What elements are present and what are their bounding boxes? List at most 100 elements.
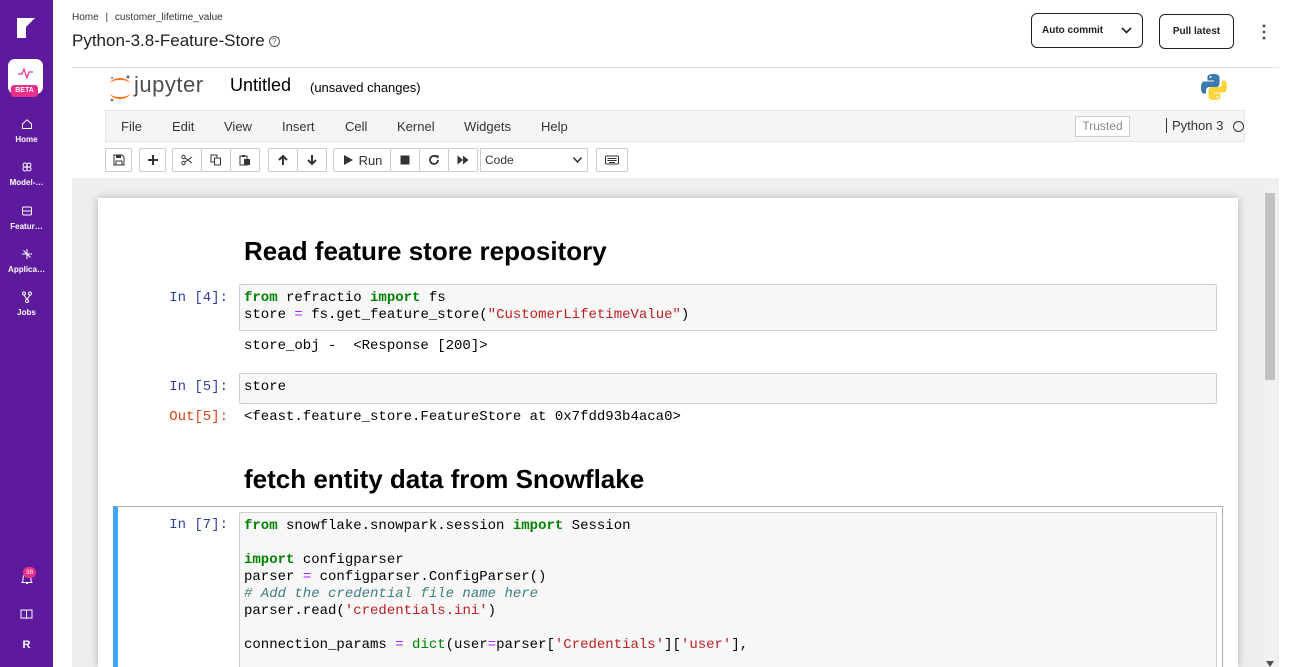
auto-commit-label: Auto commit (1042, 25, 1104, 36)
interrupt-button[interactable] (390, 148, 420, 172)
menu-file[interactable]: File (121, 119, 142, 134)
menu-cell[interactable]: Cell (345, 119, 367, 134)
menu-help[interactable]: Help (541, 119, 568, 134)
trusted-indicator[interactable]: Trusted (1075, 116, 1130, 137)
sidebar-item-feature-store[interactable]: Featur… (0, 205, 53, 231)
keyboard-icon (605, 155, 619, 165)
pull-latest-button[interactable]: Pull latest (1159, 14, 1234, 49)
code-token: Session (563, 518, 631, 534)
menu-widgets[interactable]: Widgets (464, 119, 511, 134)
user-avatar[interactable]: R (0, 639, 53, 651)
jupyter-header: jupyter Untitled (unsaved changes) File … (72, 68, 1279, 178)
code-token: ][ (664, 637, 681, 653)
breadcrumb: Home | customer_lifetime_value (72, 12, 227, 23)
model-icon (22, 162, 31, 172)
sidebar-item-label: Featur… (10, 222, 43, 231)
python-logo-icon (1201, 74, 1227, 100)
help-icon[interactable]: ? (268, 36, 280, 47)
more-options-icon[interactable] (1257, 23, 1271, 41)
restart-run-all-button[interactable] (448, 148, 478, 172)
code-token: parser[ (496, 637, 555, 653)
code-token: ], (731, 637, 749, 653)
menu-view[interactable]: View (224, 119, 252, 134)
docs-button[interactable] (0, 607, 53, 625)
menu-insert[interactable]: Insert (282, 119, 315, 134)
jupyter-menubar: File Edit View Insert Cell Kernel Widget… (105, 110, 1245, 142)
code-token: configparser (294, 552, 404, 568)
refresh-icon (429, 155, 439, 165)
chevron-down-icon (1121, 27, 1132, 34)
page-title-text: Python-3.8-Feature-Store (72, 31, 265, 50)
sidebar-item-applications[interactable]: Applica… (0, 248, 53, 274)
cell-type-select[interactable]: Code (480, 148, 588, 172)
code-comment: # Add the credential file name here (244, 586, 539, 602)
code-token: = (487, 637, 497, 653)
sidebar-item-label: Applica… (8, 265, 45, 274)
breadcrumb-project[interactable]: customer_lifetime_value (115, 12, 223, 23)
code-token: import (512, 518, 564, 534)
code-token: fs (420, 290, 446, 306)
code-token: connection_params (244, 637, 396, 653)
app-sidebar: BETA Home Model-… Featur… Applica… Jobs … (0, 0, 53, 667)
pulse-icon (18, 67, 33, 80)
code-token: 'credentials.ini' (344, 603, 488, 619)
scroll-down-icon[interactable] (1266, 661, 1274, 667)
stop-icon (400, 155, 410, 165)
sidebar-item-home[interactable]: Home (0, 118, 53, 144)
kernel-name[interactable]: Python 3 (1166, 118, 1223, 133)
notebook-scrollbar[interactable] (1263, 185, 1277, 667)
cut-button[interactable] (172, 148, 202, 172)
code-cell-4-input[interactable]: from refractio import fs store = fs.get_… (239, 284, 1217, 331)
plus-icon (147, 155, 158, 165)
save-status: (unsaved changes) (310, 80, 421, 95)
kernel-idle-indicator (1233, 121, 1244, 132)
fast-forward-icon (457, 155, 469, 165)
move-up-button[interactable] (268, 148, 298, 172)
paste-icon (239, 155, 250, 166)
copy-icon (210, 154, 221, 166)
cell-prompt-in-4: In [4]: (169, 290, 228, 306)
restart-button[interactable] (419, 148, 449, 172)
insert-cell-button[interactable] (139, 148, 166, 172)
copy-button[interactable] (201, 148, 231, 172)
menu-kernel[interactable]: Kernel (397, 119, 435, 134)
save-button[interactable] (105, 148, 132, 172)
markdown-heading-fetch-entity[interactable]: fetch entity data from Snowflake (244, 464, 644, 495)
markdown-heading-read-feature-store[interactable]: Read feature store repository (244, 236, 607, 267)
code-token: configparser.ConfigParser() (311, 569, 547, 585)
paste-button[interactable] (230, 148, 260, 172)
notebook-name[interactable]: Untitled (230, 75, 291, 96)
run-button[interactable]: Run (333, 148, 391, 172)
menu-edit[interactable]: Edit (172, 119, 194, 134)
code-token: (user (445, 637, 488, 653)
code-token: = (294, 307, 303, 323)
notebook-container: Read feature store repository In [4]: fr… (98, 198, 1238, 667)
code-token: import (370, 290, 421, 306)
code-cell-7-input[interactable]: from snowflake.snowpark.session import S… (239, 512, 1217, 667)
sidebar-item-jobs[interactable]: Jobs (0, 291, 53, 317)
code-cell-5-input[interactable]: store (239, 373, 1217, 404)
command-palette-button[interactable] (596, 148, 628, 172)
sidebar-item-model[interactable]: Model-… (0, 161, 53, 187)
jupyter-wordmark: jupyter (134, 72, 204, 97)
applications-icon (21, 249, 32, 259)
auto-commit-dropdown[interactable]: Auto commit (1031, 13, 1143, 48)
scrollbar-thumb[interactable] (1265, 193, 1275, 380)
sidebar-item-label: Model-… (9, 178, 44, 187)
code-token: from (244, 518, 278, 534)
cell-prompt-in-7: In [7]: (169, 517, 228, 533)
move-down-button[interactable] (297, 148, 327, 172)
arrow-down-icon (307, 155, 317, 166)
breadcrumb-separator: | (105, 12, 109, 23)
beta-badge: BETA (11, 85, 38, 97)
breadcrumb-home[interactable]: Home (72, 12, 99, 23)
jobs-icon (21, 291, 32, 303)
cell-4-output: store_obj - <Response [200]> (244, 338, 488, 354)
cell-5-output: <feast.feature_store.FeatureStore at 0x7… (244, 409, 681, 425)
jupyter-logo-icon[interactable] (108, 73, 132, 103)
code-token: parser (244, 569, 303, 585)
sidebar-item-label: Home (15, 135, 38, 144)
code-token: ) (487, 603, 497, 619)
app-logo-icon[interactable] (15, 16, 37, 40)
